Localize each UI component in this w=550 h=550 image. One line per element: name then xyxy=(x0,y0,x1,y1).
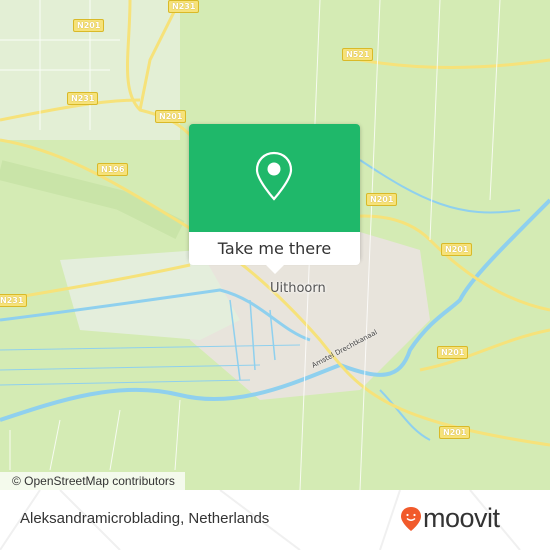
road-shield: N231 xyxy=(0,294,28,307)
attribution-text: © OpenStreetMap contributors xyxy=(12,474,175,488)
map-attribution[interactable]: © OpenStreetMap contributors xyxy=(0,472,185,490)
town-label: Uithoorn xyxy=(270,281,326,296)
take-me-there-label: Take me there xyxy=(217,239,332,258)
road-shield: N201 xyxy=(73,19,105,32)
road-shield: N201 xyxy=(366,193,398,206)
moovit-pin-icon xyxy=(401,507,421,531)
location-popup: Take me there xyxy=(189,124,360,274)
popup-tail xyxy=(266,265,284,274)
road-shield: N196 xyxy=(97,163,129,176)
road-shield: N231 xyxy=(168,0,200,13)
road-shield: N201 xyxy=(441,243,473,256)
road-shield: N201 xyxy=(155,110,187,123)
road-shield: N521 xyxy=(342,48,374,61)
moovit-logo[interactable]: moovit xyxy=(400,504,500,532)
logo-text: moovit xyxy=(423,502,500,533)
road-shield: N201 xyxy=(439,426,471,439)
map-pin-icon xyxy=(255,151,293,201)
take-me-there-button[interactable]: Take me there xyxy=(189,232,360,265)
popup-header xyxy=(189,124,360,232)
road-shield: N201 xyxy=(437,346,469,359)
place-name: Aleksandramicroblading, Netherlands xyxy=(20,510,270,527)
road-shield: N231 xyxy=(67,92,99,105)
